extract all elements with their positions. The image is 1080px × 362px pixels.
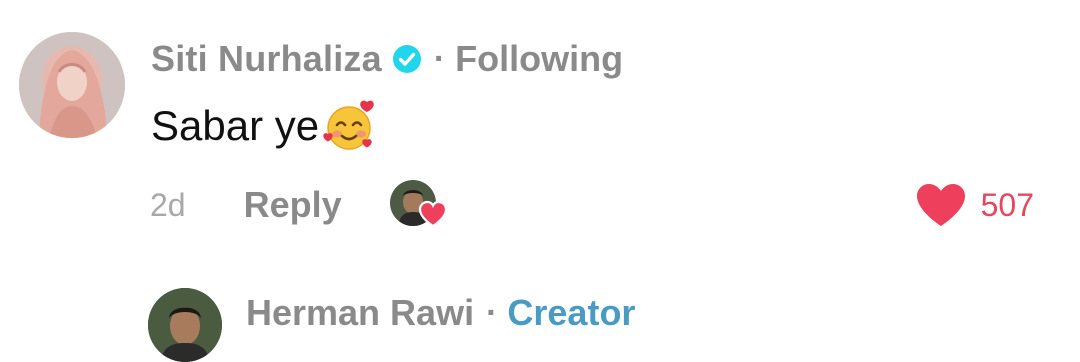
avatar-image (19, 32, 125, 138)
separator-dot: · (486, 293, 498, 332)
avatar-image (148, 288, 222, 362)
comment-body: Sabar ye (151, 96, 377, 156)
reply-button[interactable]: Reply (244, 184, 342, 226)
verified-badge-icon (392, 44, 422, 74)
comment-text: Sabar ye (151, 102, 320, 149)
like-count: 507 (980, 186, 1034, 223)
follow-status[interactable]: Following (455, 38, 623, 80)
separator-dot: · (433, 39, 446, 78)
liked-by-creator (389, 180, 450, 230)
creator-badge: Creator (507, 292, 636, 333)
reply-item: Herman Rawi · Creator (0, 280, 1080, 362)
creator-liked-heart-icon (418, 200, 448, 228)
comment-timestamp: 2d (150, 186, 186, 223)
comment-item: Siti Nurhaliza · Following Sabar ye 2d R… (0, 0, 1080, 250)
heart-icon (916, 184, 965, 226)
commenter-avatar[interactable] (19, 32, 125, 138)
comment-meta: 2d Reply (150, 180, 450, 230)
smiling-face-with-hearts-icon (321, 98, 377, 154)
reply-header: Herman Rawi · Creator (246, 290, 635, 336)
like-button[interactable]: 507 (915, 180, 1034, 230)
reply-author-username[interactable]: Herman Rawi (246, 292, 474, 334)
comment-header: Siti Nurhaliza · Following (151, 36, 623, 82)
commenter-username[interactable]: Siti Nurhaliza (151, 38, 382, 80)
reply-author-avatar[interactable] (148, 288, 222, 362)
